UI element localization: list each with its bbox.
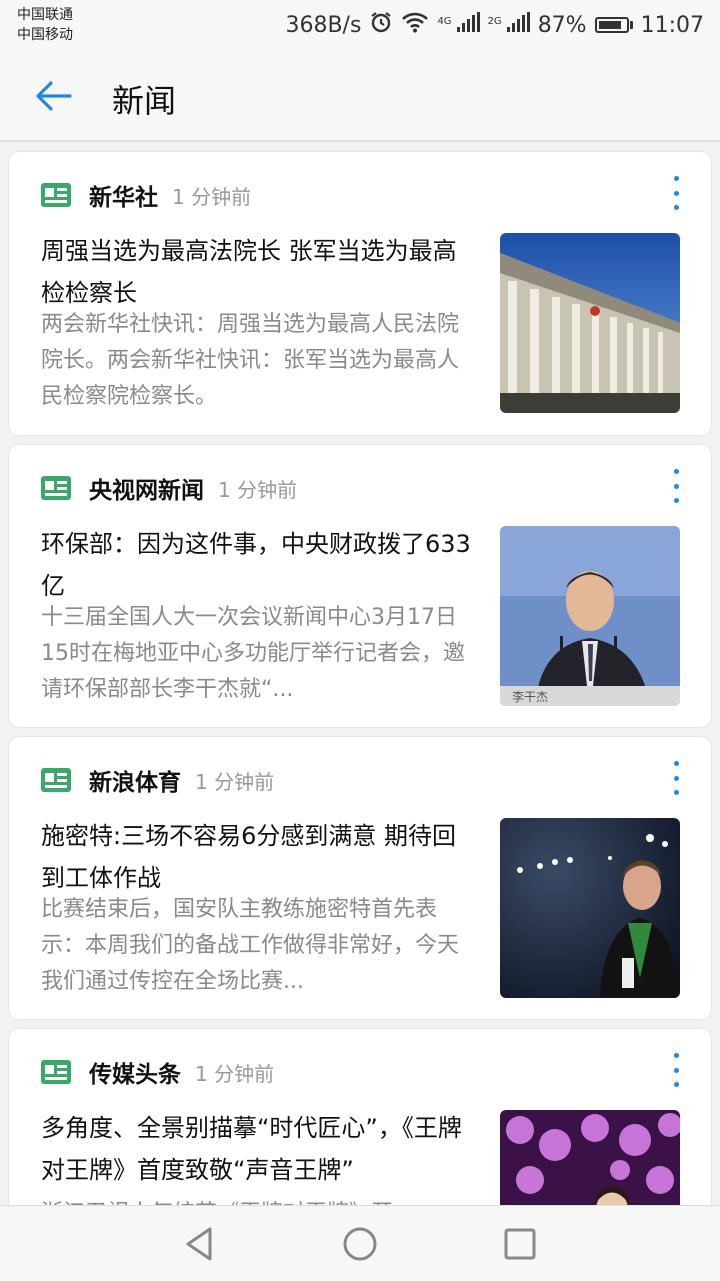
- card-source-row: 传媒头条 1 分钟前: [41, 1055, 274, 1089]
- app-bar: 新闻: [0, 52, 720, 142]
- more-options-icon[interactable]: [671, 1053, 681, 1087]
- publish-time: 1 分钟前: [218, 477, 298, 502]
- source-name: 新华社: [89, 185, 158, 211]
- headline[interactable]: 多角度、全景别描摹“时代匠心”，《王牌对王牌》首度致敬“声音王牌”: [41, 1107, 477, 1191]
- more-options-icon[interactable]: [671, 761, 681, 795]
- system-nav-bar: [0, 1205, 720, 1281]
- source-name: 新浪体育: [89, 770, 181, 796]
- publish-time: 1 分钟前: [172, 184, 252, 209]
- alarm-icon: [369, 10, 393, 40]
- news-thumbnail-coach[interactable]: [500, 818, 680, 998]
- card-source-row: 新华社 1 分钟前: [41, 178, 251, 212]
- publish-time: 1 分钟前: [195, 769, 275, 794]
- carrier-info: 中国联通 中国移动: [17, 5, 73, 45]
- battery-fill: [598, 21, 622, 29]
- news-source-icon: [41, 768, 71, 792]
- card-source-row: 新浪体育 1 分钟前: [41, 763, 274, 797]
- source-name: 传媒头条: [89, 1062, 181, 1088]
- page-title: 新闻: [112, 82, 177, 120]
- card-source-row: 央视网新闻 1 分钟前: [41, 471, 297, 505]
- news-card[interactable]: 传媒头条 1 分钟前 多角度、全景别描摹“时代匠心”，《王牌对王牌》首度致敬“声…: [9, 1029, 711, 1205]
- news-feed[interactable]: 新华社 1 分钟前 周强当选为最高法院长 张军当选为最高检检察长 两会新华社快讯…: [0, 142, 720, 1205]
- news-source-icon: [41, 1060, 71, 1084]
- wifi-icon: [401, 11, 429, 39]
- back-arrow-icon: [36, 81, 72, 111]
- status-bar: 中国联通 中国移动 368B/s 4G 2G 87% 11:07: [0, 0, 720, 52]
- news-card[interactable]: 央视网新闻 1 分钟前 环保部：因为这件事，中央财政拨了633亿 十三届全国人大…: [9, 445, 711, 727]
- battery-percent: 87%: [537, 12, 587, 38]
- news-source-icon: [41, 476, 71, 500]
- news-card[interactable]: 新华社 1 分钟前 周强当选为最高法院长 张军当选为最高检检察长 两会新华社快讯…: [9, 152, 711, 435]
- battery-icon: [594, 17, 633, 33]
- summary: 十三届全国人大一次会议新闻中心3月17日15时在梅地亚中心多功能厅举行记者会，邀…: [41, 605, 465, 702]
- net-type-2: 2G: [487, 16, 502, 27]
- carrier-1: 中国联通: [17, 7, 73, 23]
- net-speed: 368B/s: [285, 12, 362, 38]
- more-options-icon[interactable]: [671, 176, 681, 210]
- summary: 浙江卫视人气综艺《王牌对王牌》开: [41, 1196, 477, 1205]
- net-type-1: 4G: [437, 16, 452, 27]
- headline[interactable]: 环保部：因为这件事，中央财政拨了633亿: [41, 523, 477, 607]
- clock: 11:07: [640, 12, 704, 38]
- back-triangle-icon[interactable]: [180, 1224, 220, 1264]
- signal-4g-icon: 4G: [437, 12, 480, 38]
- status-icons: 368B/s 4G 2G 87% 11:07: [285, 10, 704, 40]
- signal-2g-icon: 2G: [488, 12, 530, 38]
- headline[interactable]: 周强当选为最高法院长 张军当选为最高检检察长: [41, 230, 477, 314]
- carrier-2: 中国移动: [17, 27, 73, 43]
- back-button[interactable]: [30, 74, 78, 118]
- summary: 比赛结束后，国安队主教练施密特首先表示：本周我们的备战工作做得非常好，今天我们通…: [41, 897, 460, 994]
- home-circle-icon[interactable]: [340, 1224, 380, 1264]
- summary: 两会新华社快讯：周强当选为最高人民法院院长。两会新华社快讯：张军当选为最高人民检…: [41, 312, 460, 409]
- headline[interactable]: 施密特:三场不容易6分感到满意 期待回到工体作战: [41, 815, 477, 899]
- recents-square-icon[interactable]: [500, 1224, 540, 1264]
- more-options-icon[interactable]: [671, 469, 681, 503]
- news-source-icon: [41, 183, 71, 207]
- news-thumbnail-stage[interactable]: [500, 1110, 680, 1205]
- news-card[interactable]: 新浪体育 1 分钟前 施密特:三场不容易6分感到满意 期待回到工体作战 比赛结束…: [9, 737, 711, 1019]
- news-thumbnail-press-conference[interactable]: 李干杰: [500, 526, 680, 706]
- news-thumbnail-great-hall[interactable]: [500, 233, 680, 413]
- publish-time: 1 分钟前: [195, 1061, 275, 1086]
- source-name: 央视网新闻: [89, 478, 204, 504]
- image-caption: 李干杰: [512, 689, 548, 704]
